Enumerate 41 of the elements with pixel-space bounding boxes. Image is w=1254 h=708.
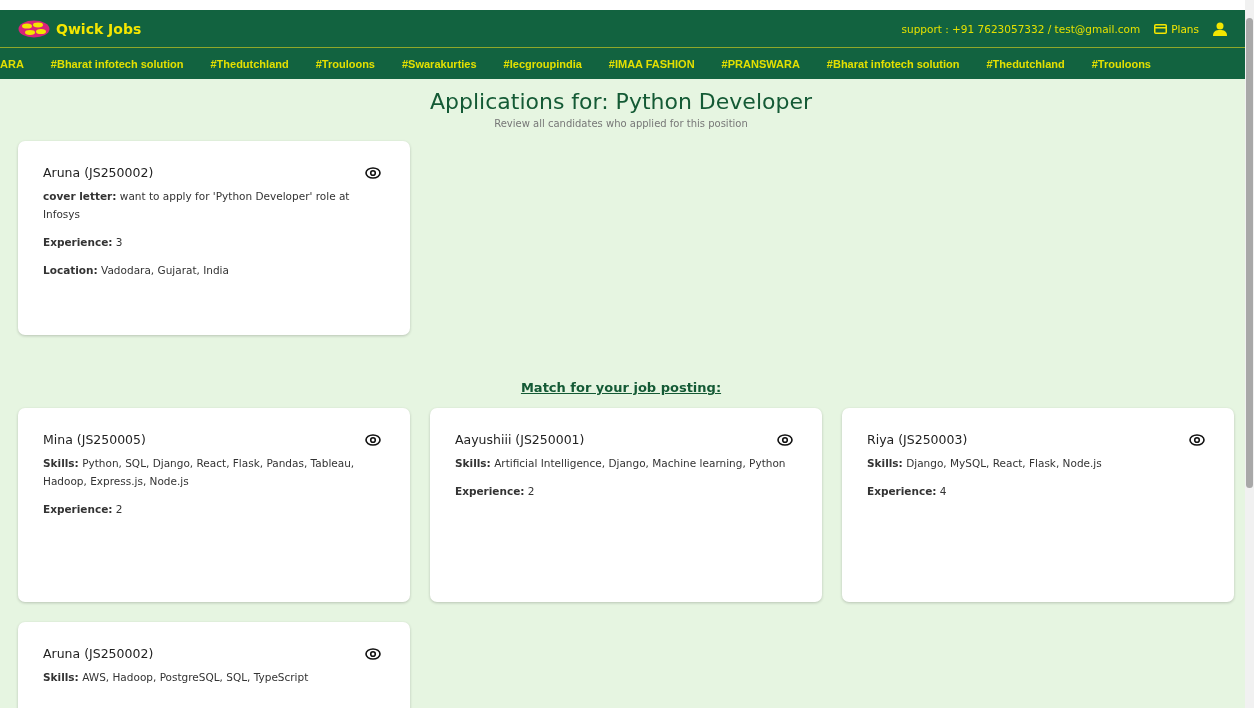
candidate-detail: Location: Vadodara, Gujarat, India (43, 262, 230, 278)
candidate-detail: Skills: AWS, Hadoop, PostgreSQL, SQL, TypeScript (43, 670, 310, 685)
candidate-name: Aayushiii (JS250001) (455, 432, 585, 447)
company-tag-link[interactable]: #Iecgroupindia (503, 57, 582, 70)
candidate-name: Aruna (JS250002) (43, 646, 154, 661)
company-tag-link[interactable]: #Trouloons (315, 57, 375, 70)
candidate-name: Mina (JS250005) (43, 432, 146, 447)
candidate-detail: Skills: Artificial Intelligence, Django, Machine learning, Python (455, 456, 787, 471)
eye-icon[interactable] (365, 166, 381, 179)
company-tag-link[interactable]: #Thedutchland (210, 57, 289, 70)
page-title: Applications for: Python Developer (428, 89, 813, 114)
eye-icon[interactable] (365, 433, 381, 446)
user-icon[interactable] (1213, 21, 1227, 36)
company-tag-link[interactable]: #Thedutchland (986, 57, 1065, 70)
company-tag-link[interactable]: ARA (0, 57, 24, 70)
card-icon (1154, 23, 1168, 34)
eye-icon[interactable] (777, 433, 793, 446)
candidate-detail: Skills: Django, MySQL, React, Flask, Node.js (867, 456, 1103, 471)
company-tag-link[interactable]: #Swarakurties (402, 57, 477, 70)
company-tag-link[interactable]: #IMAA FASHION (608, 57, 695, 70)
company-tag-link[interactable]: #Bharat infotech solution (50, 57, 184, 70)
candidate-name: Riya (JS250003) (867, 432, 968, 447)
company-tag-link[interactable]: #PRANSWARA (721, 57, 800, 70)
eye-icon[interactable] (365, 647, 381, 660)
brand-name[interactable]: Qwick Jobs (56, 20, 142, 37)
candidate-detail: Experience: 2 (455, 483, 536, 499)
candidate-detail: Experience: 3 (43, 234, 124, 250)
plans-link[interactable]: Plans (1154, 22, 1199, 35)
candidate-detail: Experience: 2 (43, 501, 124, 517)
company-tag-link[interactable]: #Trouloons (1091, 57, 1151, 70)
eye-icon[interactable] (1189, 433, 1205, 446)
candidate-name: Aruna (JS250002) (43, 165, 154, 180)
logo-icon (18, 19, 50, 38)
scrollbar[interactable] (1245, 0, 1254, 708)
candidate-detail: Skills: Python, SQL, Django, React, Flask, Pandas, Tableau, Hadoop, Express.js, Node.js (43, 456, 356, 489)
candidate-detail: cover letter: want to apply for 'Python Developer' role at Infosys (43, 189, 351, 222)
company-tag-link[interactable]: #Bharat infotech solution (826, 57, 960, 70)
page-subtitle: Review all candidates who applied for this position (493, 118, 749, 129)
candidate-detail: Experience: 4 (867, 483, 948, 499)
support-contact: support : +91 7623057332 / test@gmail.com (901, 22, 1141, 35)
matches-heading[interactable]: Match for your job posting: (520, 380, 722, 395)
